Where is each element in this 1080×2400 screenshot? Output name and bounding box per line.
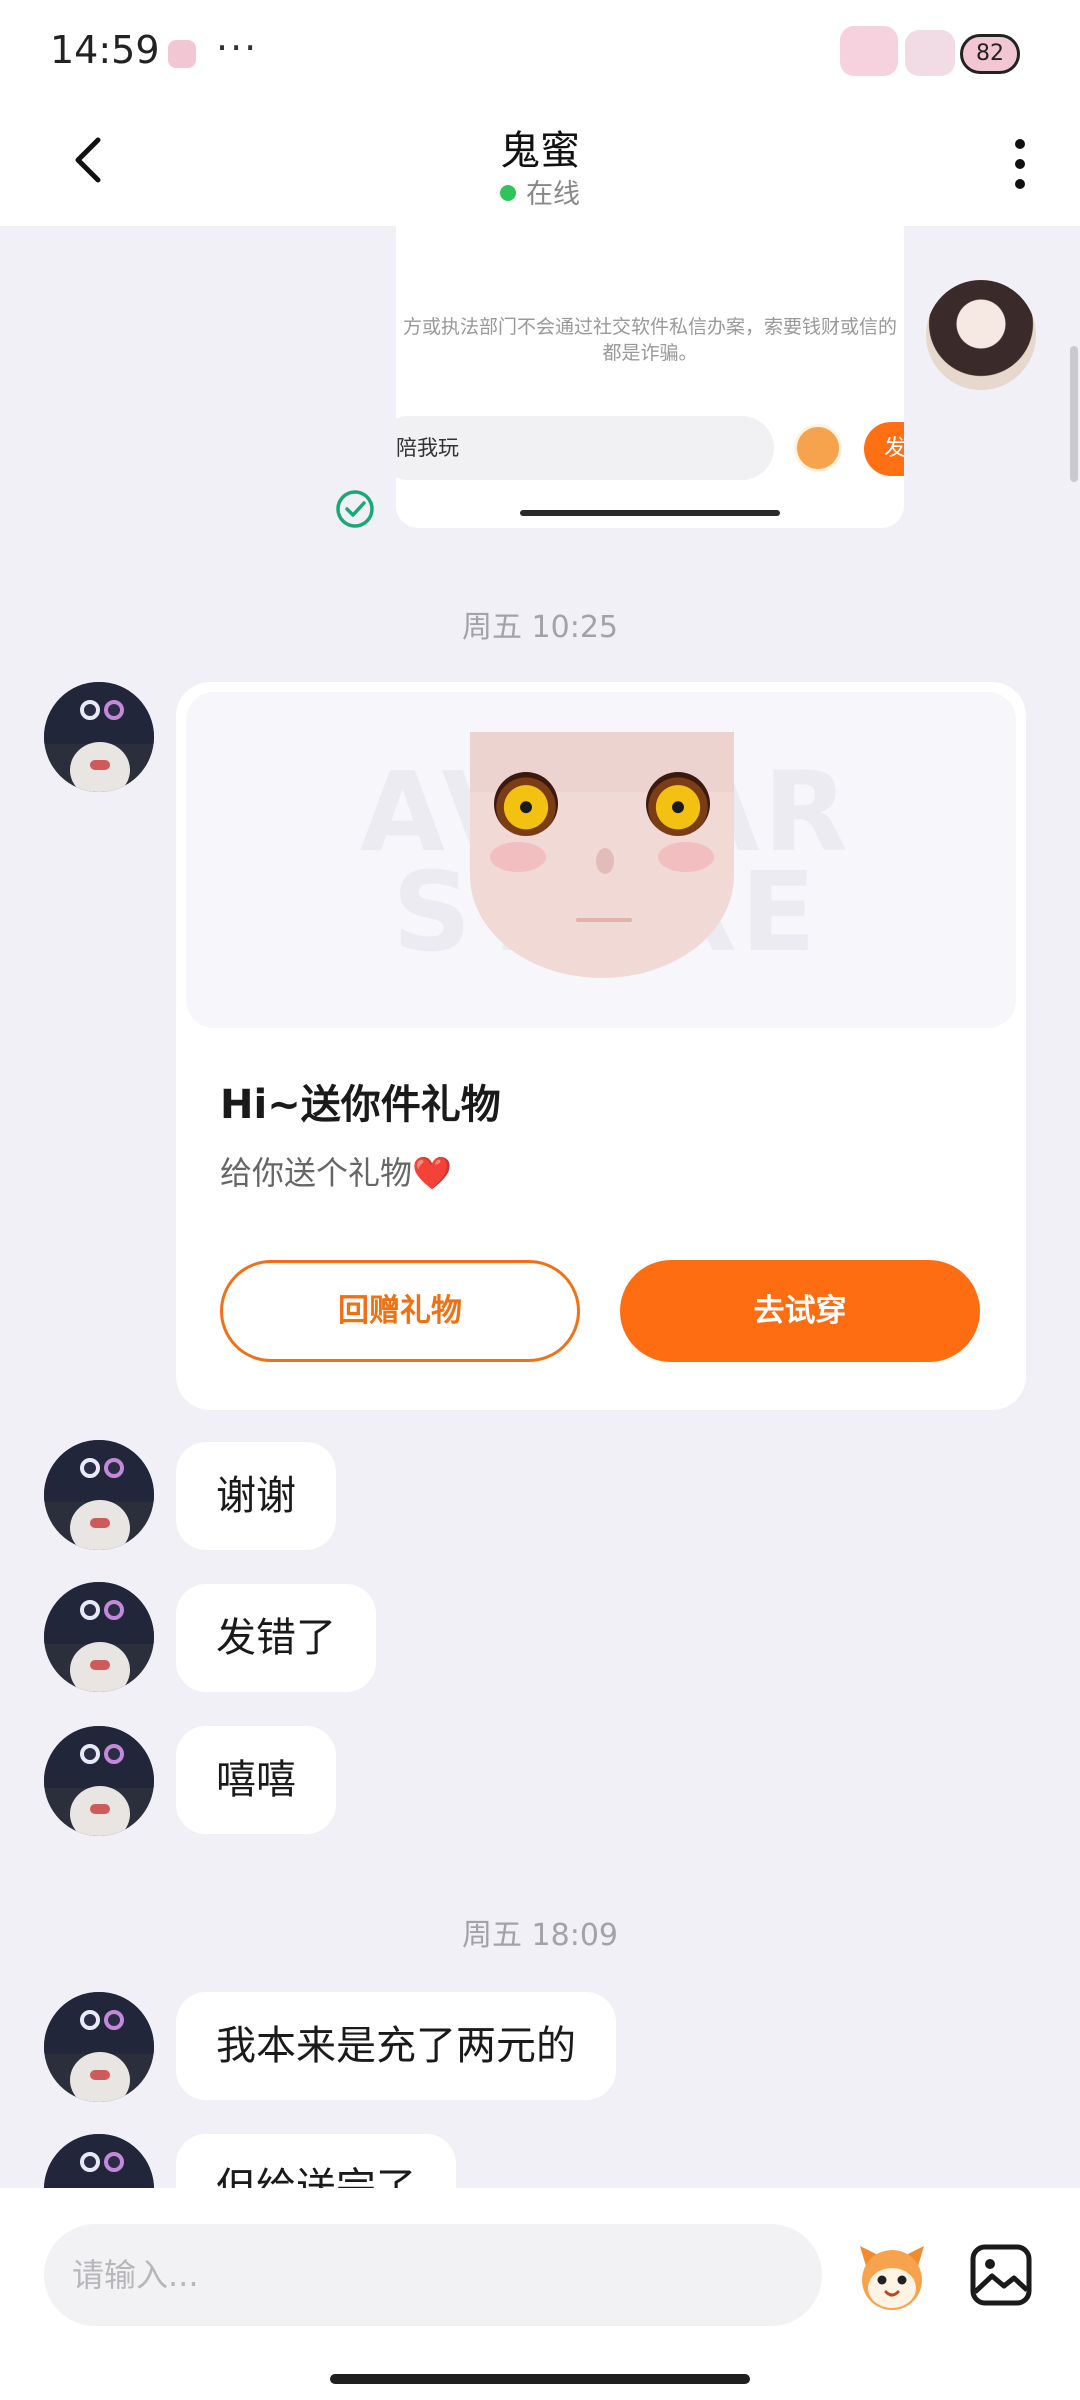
- sticker-status-icon-2: [905, 30, 955, 76]
- battery-icon: 82: [960, 34, 1020, 74]
- message-list[interactable]: 方或执法部门不会通过社交软件私信办案，索要钱财或信的都是诈骗。 陪我玩 发 周五…: [0, 226, 1080, 2188]
- home-indicator[interactable]: [330, 2374, 750, 2384]
- sent-image-input: 陪我玩: [396, 416, 774, 480]
- my-avatar[interactable]: [926, 280, 1036, 390]
- contact-avatar[interactable]: [44, 2134, 154, 2188]
- read-check-icon: [336, 490, 374, 528]
- gift-subtitle-text: 给你送个礼物: [220, 1154, 413, 1192]
- contact-avatar[interactable]: [44, 1582, 154, 1692]
- scrollbar[interactable]: [1070, 346, 1078, 482]
- composer-bar: [0, 2188, 1080, 2400]
- timestamp: 周五 10:25: [462, 610, 618, 645]
- emoji-button[interactable]: [852, 2236, 932, 2316]
- gift-title: Hi~送你件礼物: [220, 1082, 501, 1128]
- image-icon: [970, 2244, 1032, 2306]
- message-bubble[interactable]: 嘻嘻: [176, 1726, 336, 1834]
- more-notifications-icon: ···: [216, 26, 259, 70]
- sent-image-warning-text: 方或执法部门不会通过社交软件私信办案，索要钱财或信的都是诈骗。: [402, 316, 897, 364]
- heart-icon: ❤️: [412, 1154, 452, 1192]
- gift-image: AVATAR STORE: [186, 692, 1016, 1028]
- online-status-label: 在线: [526, 179, 580, 210]
- contact-avatar[interactable]: [44, 1726, 154, 1836]
- message-bubble[interactable]: 发错了: [176, 1584, 376, 1692]
- try-on-button[interactable]: 去试穿: [620, 1260, 980, 1362]
- message-bubble[interactable]: 但给送完了: [176, 2134, 456, 2188]
- sent-image-send-button: 发: [864, 422, 904, 476]
- sent-image-home-bar: [520, 510, 780, 516]
- message-bubble[interactable]: 我本来是充了两元的: [176, 1992, 616, 2100]
- more-options-button[interactable]: [1000, 134, 1040, 194]
- online-status: 在线: [0, 172, 1080, 211]
- status-bar: 14:59 ··· 82: [0, 0, 1080, 100]
- return-gift-button[interactable]: 回赠礼物: [220, 1260, 580, 1362]
- notification-icon: [168, 40, 196, 68]
- message-bubble[interactable]: 谢谢: [176, 1442, 336, 1550]
- more-vertical-icon: [1015, 139, 1025, 189]
- gift-card[interactable]: AVATAR STORE Hi~送你件礼物 给你送个礼物❤️ 回赠礼物 去试穿: [176, 682, 1026, 1410]
- contact-name: 鬼蜜: [500, 128, 580, 174]
- status-time: 14:59: [50, 28, 160, 72]
- gift-subtitle: 给你送个礼物❤️: [220, 1148, 452, 1194]
- online-dot-icon: [500, 185, 516, 201]
- sent-image-message[interactable]: 方或执法部门不会通过社交软件私信办案，索要钱财或信的都是诈骗。 陪我玩 发: [396, 226, 904, 528]
- chat-header: 鬼蜜 在线: [0, 100, 1080, 226]
- sent-image-emoji-icon: [794, 424, 842, 472]
- timestamp: 周五 18:09: [462, 1918, 618, 1953]
- contact-avatar[interactable]: [44, 1440, 154, 1550]
- contact-avatar[interactable]: [44, 1992, 154, 2102]
- contact-avatar[interactable]: [44, 682, 154, 792]
- avatar-face-image: [470, 732, 734, 978]
- mascot-emoji-icon: [860, 2246, 924, 2310]
- message-input[interactable]: [44, 2224, 822, 2326]
- sticker-status-icon: [840, 26, 898, 76]
- image-button[interactable]: [968, 2242, 1034, 2308]
